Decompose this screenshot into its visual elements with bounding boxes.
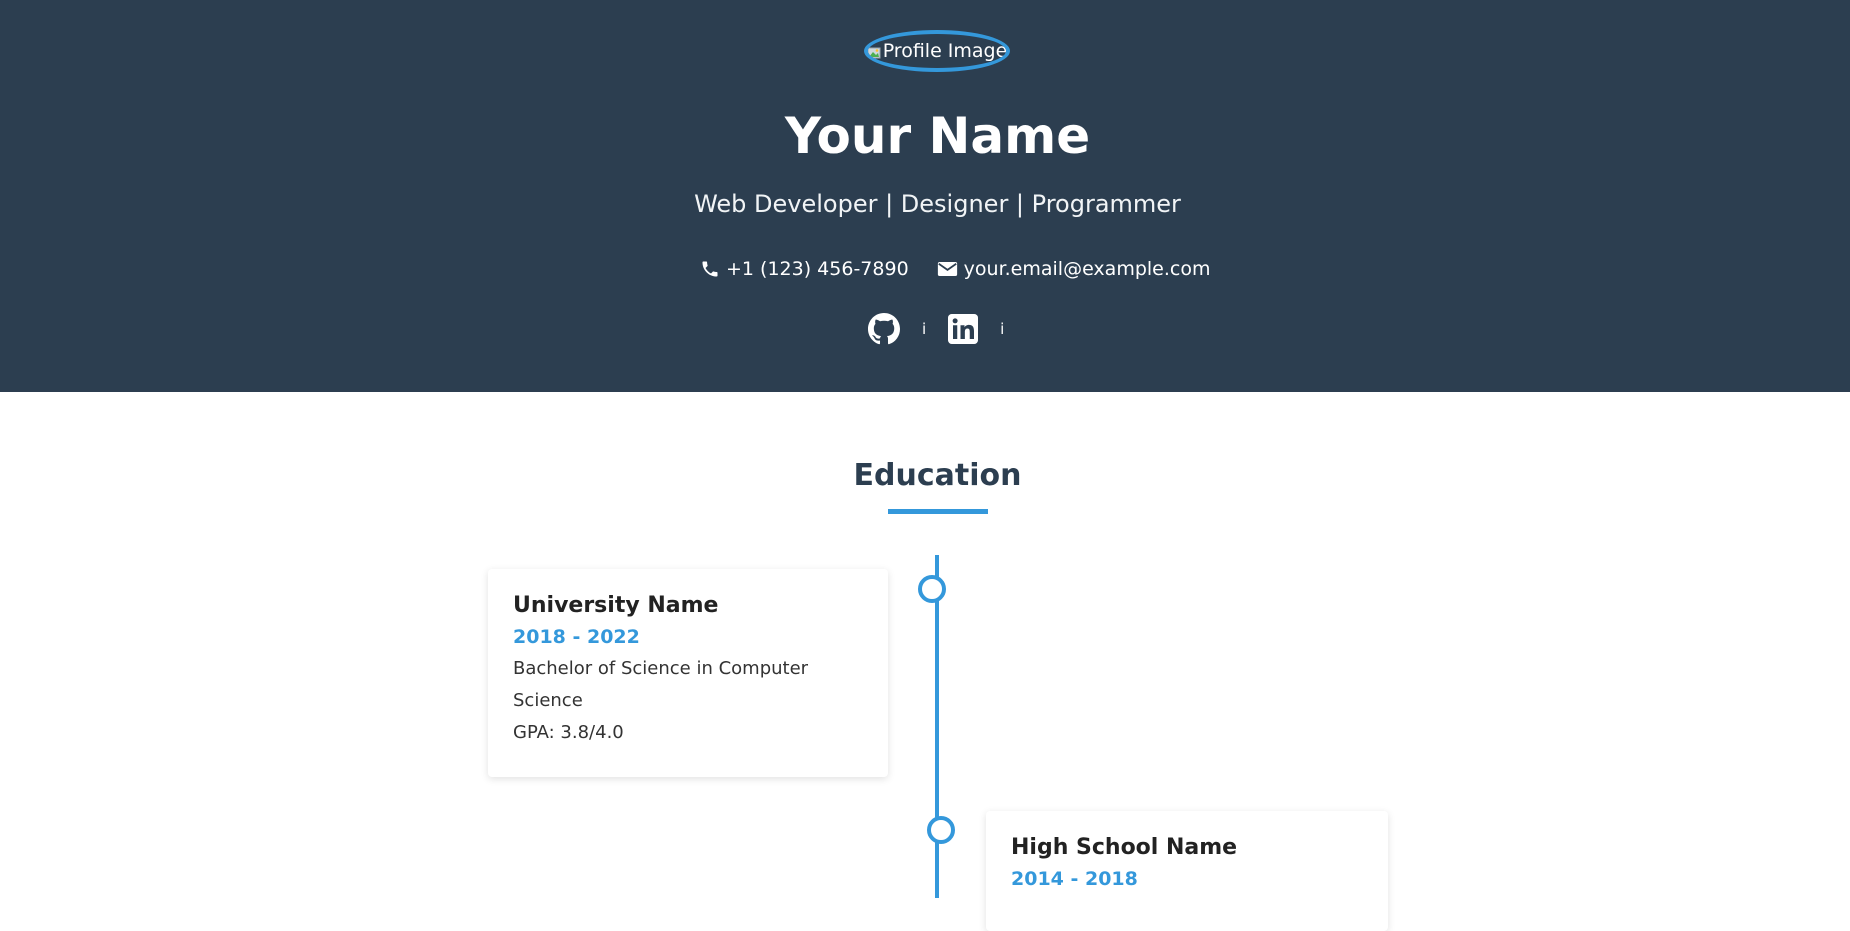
profile-image-alt-text: Profile Image <box>882 40 1008 62</box>
education-card: High School Name 2014 - 2018 <box>986 811 1388 931</box>
main-content: Education University Name 2018 - 2022 Ba… <box>0 392 1850 931</box>
timeline-dot <box>927 816 955 844</box>
title-underline <box>888 509 988 514</box>
school-dates: 2018 - 2022 <box>513 626 640 648</box>
education-card: University Name 2018 - 2022 Bachelor of … <box>488 569 888 777</box>
header: Profile Image Your Name Web Developer | … <box>0 0 1850 392</box>
person-name: Your Name <box>784 107 1091 165</box>
social-separator: i <box>1000 320 1005 338</box>
contact-row: +1 (123) 456-7890 your.email@example.com <box>700 254 1238 284</box>
degree: Bachelor of Science in Computer Science <box>513 658 809 711</box>
school-name: High School Name <box>1011 835 1238 860</box>
github-icon[interactable] <box>868 313 900 345</box>
broken-image-icon <box>868 42 881 59</box>
envelope-icon <box>937 262 957 276</box>
phone-number: +1 (123) 456-7890 <box>726 258 909 280</box>
contact-email: your.email@example.com <box>937 258 1211 280</box>
tagline: Web Developer | Designer | Programmer <box>694 190 1181 218</box>
social-links: i i <box>868 313 1026 345</box>
email-address: your.email@example.com <box>963 258 1211 280</box>
profile-image: Profile Image <box>864 30 1010 72</box>
section-title: Education <box>853 458 1022 493</box>
phone-icon <box>702 261 718 277</box>
school-dates: 2014 - 2018 <box>1011 868 1138 890</box>
social-separator: i <box>922 320 927 338</box>
contact-phone: +1 (123) 456-7890 <box>700 258 909 280</box>
timeline-line <box>935 555 939 898</box>
school-name: University Name <box>513 593 719 618</box>
linkedin-icon[interactable] <box>948 314 979 344</box>
gpa: GPA: 3.8/4.0 <box>513 722 624 743</box>
timeline-dot <box>918 575 946 603</box>
